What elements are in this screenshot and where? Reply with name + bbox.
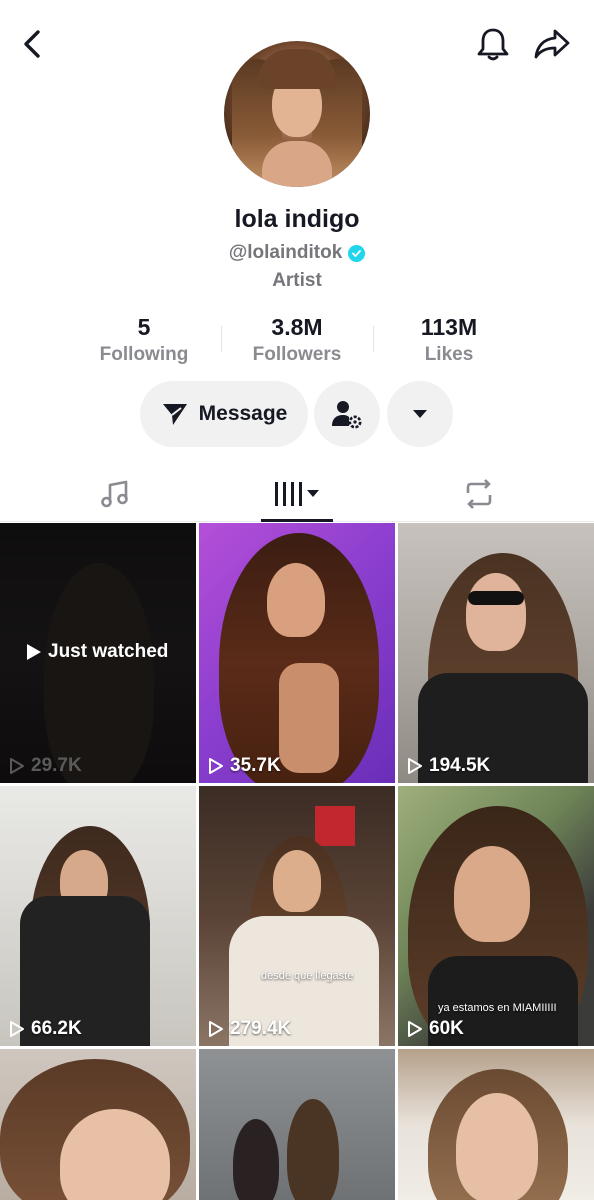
username-row: @lolainditok	[0, 242, 594, 264]
video-caption: desde que llegaste	[261, 970, 354, 982]
play-outline-icon	[209, 1021, 223, 1037]
profile-avatar[interactable]	[224, 41, 370, 187]
play-icon	[27, 644, 41, 660]
view-count-value: 29.7K	[31, 755, 82, 776]
bell-icon	[477, 28, 509, 61]
view-count-value: 194.5K	[429, 755, 491, 776]
view-count: 66.2K	[9, 1018, 82, 1040]
video-grid: Just watched 29.7K 35.7K 194.5K 66.2K de…	[0, 523, 594, 1200]
back-button[interactable]	[16, 26, 48, 62]
username: @lolainditok	[228, 242, 343, 263]
tab-videos[interactable]	[198, 466, 396, 522]
stat-likes[interactable]: 113M Likes	[374, 312, 524, 368]
view-count: 35.7K	[208, 755, 281, 777]
video-thumbnail[interactable]: 66.2K	[0, 786, 196, 1046]
video-thumbnail[interactable]: 194.5K	[398, 523, 594, 783]
video-thumbnail[interactable]: Just watched 29.7K	[0, 523, 196, 783]
more-options-button[interactable]	[387, 381, 453, 447]
display-name: lola indigo	[234, 205, 360, 233]
just-watched-label: Just watched	[48, 641, 169, 662]
just-watched-overlay: Just watched	[26, 641, 168, 663]
play-outline-icon	[10, 758, 24, 774]
followers-count: 3.8M	[271, 314, 323, 340]
tab-music[interactable]	[16, 466, 214, 522]
music-note-icon	[101, 480, 128, 508]
view-count-value: 35.7K	[230, 755, 281, 776]
followers-label: Followers	[252, 344, 342, 365]
caret-down-icon	[413, 410, 427, 418]
view-count: 279.4K	[208, 1018, 291, 1040]
view-count: 60K	[407, 1018, 464, 1040]
repost-icon	[466, 479, 492, 509]
profile-actions: Message	[0, 381, 594, 447]
active-tab-indicator	[261, 519, 333, 522]
following-label: Following	[99, 344, 189, 365]
message-label: Message	[198, 402, 288, 425]
send-plane-icon	[162, 404, 187, 425]
profile-stats: 5 Following 3.8M Followers 113M Likes	[0, 312, 594, 372]
play-outline-icon	[10, 1021, 24, 1037]
video-thumbnail[interactable]: desde que llegaste 279.4K	[199, 786, 395, 1046]
likes-label: Likes	[424, 344, 474, 365]
following-count: 5	[137, 314, 151, 340]
share-arrow-icon	[534, 29, 570, 59]
content-tabs	[0, 466, 594, 522]
user-settings-icon	[332, 401, 362, 429]
play-outline-icon	[209, 758, 223, 774]
video-caption: ya estamos en MIAMIIIII	[438, 1002, 557, 1014]
play-outline-icon	[408, 1021, 422, 1037]
play-outline-icon	[408, 758, 422, 774]
share-button[interactable]	[532, 26, 572, 62]
view-count: 194.5K	[407, 755, 490, 777]
view-count: 29.7K	[9, 755, 82, 777]
chevron-left-icon	[24, 30, 40, 58]
verified-badge-icon	[348, 244, 366, 262]
notifications-button[interactable]	[474, 24, 512, 64]
video-thumbnail[interactable]	[398, 1049, 594, 1200]
video-thumbnail[interactable]	[0, 1049, 196, 1200]
video-thumbnail[interactable]: ya estamos en MIAMIIIII 60K	[398, 786, 594, 1046]
grid-columns-icon	[275, 482, 319, 506]
view-count-value: 279.4K	[230, 1018, 292, 1039]
likes-count: 113M	[420, 314, 478, 340]
bio-category: Artist	[272, 270, 322, 291]
tab-reposts[interactable]	[380, 466, 578, 522]
view-count-value: 66.2K	[31, 1018, 82, 1039]
message-button[interactable]: Message	[140, 381, 308, 447]
video-thumbnail[interactable]	[199, 1049, 395, 1200]
view-count-value: 60K	[429, 1018, 464, 1039]
stat-following[interactable]: 5 Following	[69, 312, 219, 368]
stat-followers[interactable]: 3.8M Followers	[222, 312, 372, 368]
video-thumbnail[interactable]: 35.7K	[199, 523, 395, 783]
follow-settings-button[interactable]	[314, 381, 380, 447]
